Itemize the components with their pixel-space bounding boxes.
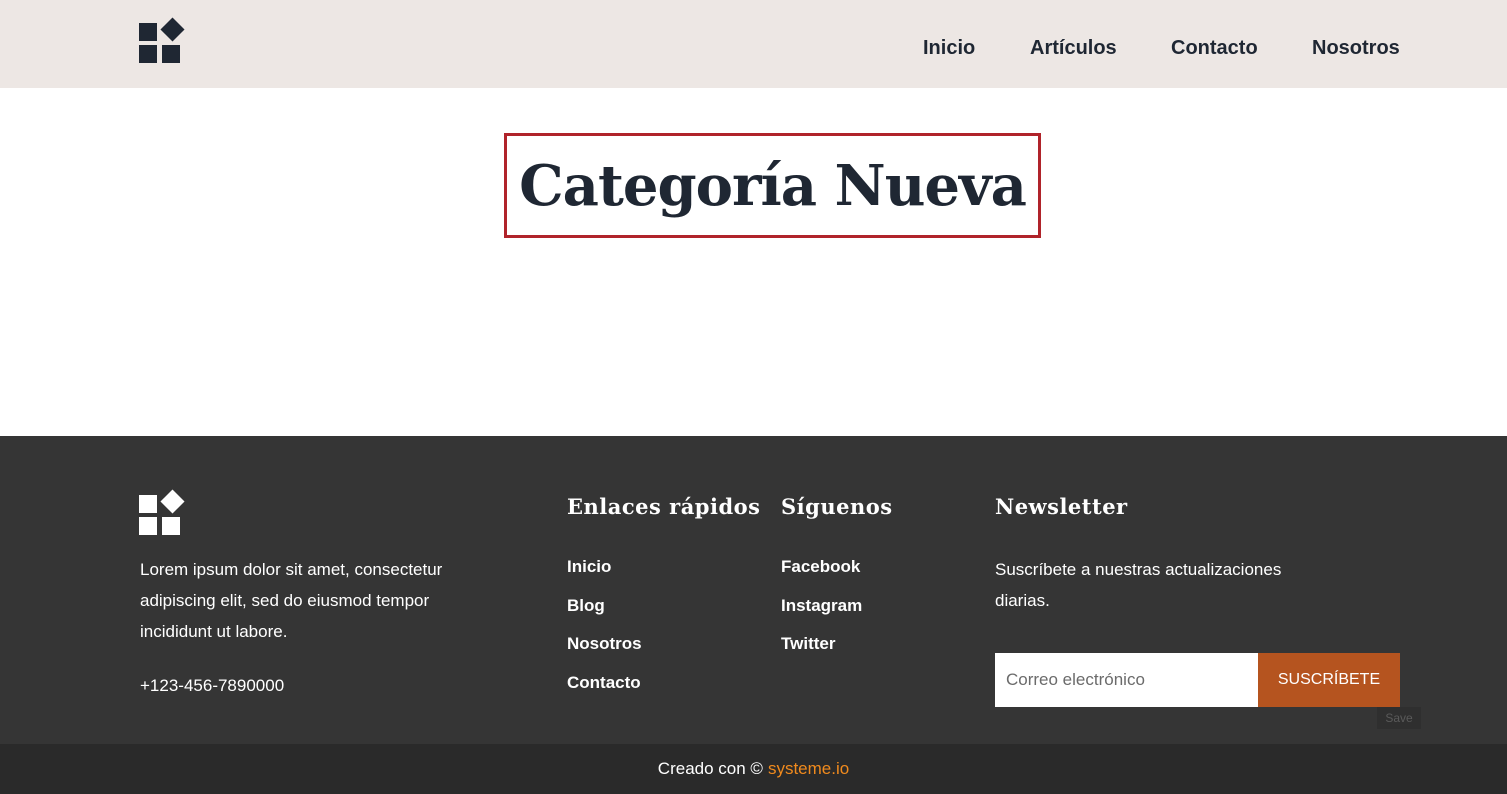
credit-text: Creado con © — [657, 759, 763, 778]
nav-item-articulos[interactable]: Artículos — [1030, 37, 1117, 60]
email-field[interactable] — [995, 653, 1258, 707]
footer-link-blog[interactable]: Blog — [567, 596, 605, 615]
footer-link-nosotros[interactable]: Nosotros — [567, 634, 642, 653]
nav-item-inicio[interactable]: Inicio — [923, 37, 975, 60]
quick-links-list: Inicio Blog Nosotros Contacto — [567, 556, 642, 710]
follow-title: Síguenos — [781, 494, 893, 519]
list-item: Facebook — [781, 556, 862, 595]
list-item: Instagram — [781, 595, 862, 634]
footer-phone: +123-456-7890000 — [140, 676, 285, 695]
footer-link-contacto[interactable]: Contacto — [567, 673, 641, 692]
list-item: Blog — [567, 595, 642, 634]
subscribe-button[interactable]: SUSCRÍBETE — [1258, 653, 1400, 707]
page-title: Categoría Nueva — [519, 152, 1027, 219]
list-item: Inicio — [567, 556, 642, 595]
nav-item-nosotros[interactable]: Nosotros — [1312, 37, 1400, 60]
logo-icon[interactable] — [139, 17, 185, 66]
footer-logo-icon[interactable] — [139, 489, 185, 538]
list-item: Twitter — [781, 633, 862, 672]
newsletter-title: Newsletter — [995, 494, 1128, 519]
follow-list: Facebook Instagram Twitter — [781, 556, 862, 672]
newsletter-text: Suscríbete a nuestras actualizaciones di… — [995, 560, 1282, 610]
quick-links-title: Enlaces rápidos — [567, 494, 761, 519]
footer-about-text: Lorem ipsum dolor sit amet, consectetur … — [140, 560, 443, 641]
footer-credit-bar: Creado con © systeme.io — [0, 744, 1507, 794]
nav-item-contacto[interactable]: Contacto — [1171, 37, 1258, 60]
site-footer: Lorem ipsum dolor sit amet, consectetur … — [0, 436, 1507, 744]
social-link-instagram[interactable]: Instagram — [781, 596, 862, 615]
credit-link[interactable]: systeme.io — [768, 759, 849, 779]
site-header: Inicio Artículos Contacto Nosotros — [0, 0, 1507, 88]
social-link-facebook[interactable]: Facebook — [781, 557, 860, 576]
save-button[interactable]: Save — [1377, 707, 1421, 729]
social-link-twitter[interactable]: Twitter — [781, 634, 835, 653]
footer-link-inicio[interactable]: Inicio — [567, 557, 611, 576]
list-item: Nosotros — [567, 633, 642, 672]
list-item: Contacto — [567, 672, 642, 711]
page-title-box: Categoría Nueva — [504, 133, 1041, 238]
